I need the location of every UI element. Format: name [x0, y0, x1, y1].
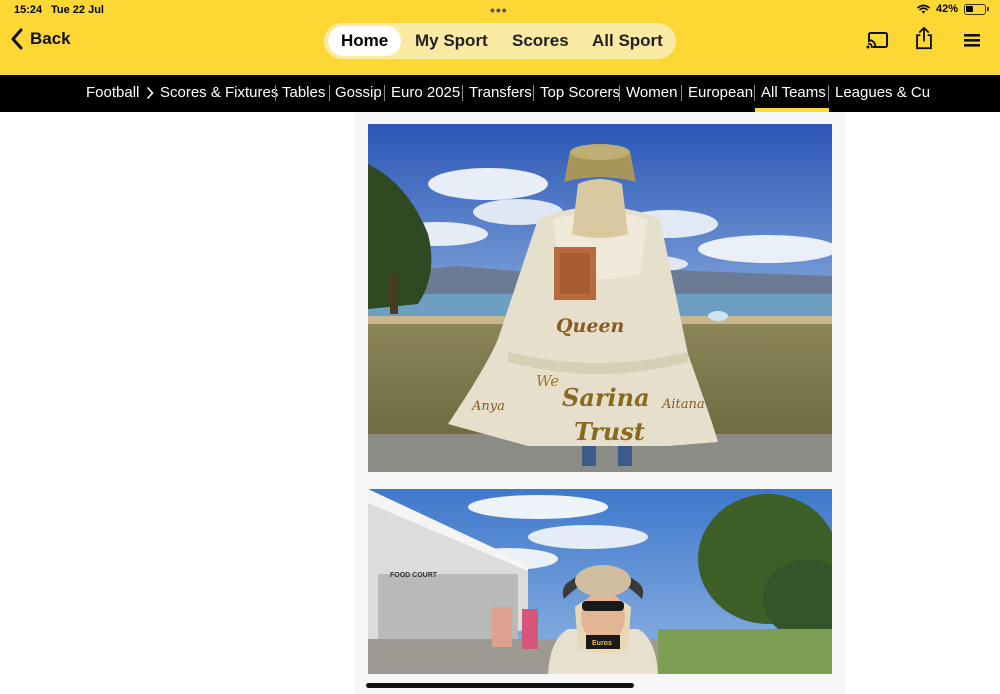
home-indicator[interactable] [366, 683, 634, 688]
article-photo-coat: Queen We Sarina Trust Anya Aitana [368, 124, 832, 472]
tab-all-sport[interactable]: All Sport [579, 26, 676, 56]
status-time: 15:24 [14, 4, 43, 16]
coat-text-we: We [536, 372, 559, 390]
subnav-divider [533, 85, 534, 101]
app-header: 15:24 Tue 22 Jul ••• 42% Back Home My Sp… [0, 0, 1000, 75]
subnav-item-gossip[interactable]: Gossip [335, 84, 382, 101]
subnav-divider [275, 85, 276, 101]
battery-percent: 42% [935, 3, 958, 15]
tab-home[interactable]: Home [328, 26, 402, 56]
cast-icon[interactable] [866, 28, 890, 52]
subnav-item-european[interactable]: European [688, 84, 753, 101]
shirt-text: Euros [592, 640, 612, 647]
coat-photo-image: Queen We Sarina Trust Anya Aitana [368, 124, 832, 472]
coat-text-anya: Anya [471, 399, 505, 414]
main-tabs: Home My Sport Scores All Sport [324, 23, 676, 59]
food-court-sign: FOOD COURT [390, 572, 438, 579]
coat-text-queen: Queen [556, 315, 624, 337]
article-photo-fan: FOOD COURT Euros [368, 489, 832, 674]
back-button[interactable]: Back [10, 28, 71, 50]
subnav-item-all-teams[interactable]: All Teams [761, 84, 826, 101]
subnav-divider [462, 85, 463, 101]
wifi-icon [917, 4, 930, 14]
subnav-item-tables[interactable]: Tables [282, 84, 325, 101]
menu-icon[interactable] [961, 28, 985, 52]
fan-photo-image: FOOD COURT Euros [368, 489, 832, 674]
subnav-item-euro-2025[interactable]: Euro 2025 [391, 84, 460, 101]
tab-scores[interactable]: Scores [499, 26, 582, 56]
subnav-item-top-scorers[interactable]: Top Scorers [540, 84, 620, 101]
football-subnav: Football Scores & Fixtures Tables Gossip… [0, 75, 1000, 112]
subnav-item-transfers[interactable]: Transfers [469, 84, 532, 101]
coat-text-sarina: Sarina [562, 383, 650, 412]
subnav-divider [681, 85, 682, 101]
status-right: 42% [917, 3, 989, 15]
subnav-divider [329, 85, 330, 101]
share-icon[interactable] [912, 26, 936, 50]
subnav-item-scores-fixtures[interactable]: Scores & Fixtures [160, 84, 278, 101]
subnav-divider [828, 85, 829, 101]
status-bar: 15:24 Tue 22 Jul ••• 42% [0, 0, 1000, 20]
back-label: Back [30, 29, 71, 48]
coat-text-aitana: Aitana [661, 397, 705, 412]
tab-my-sport[interactable]: My Sport [402, 26, 501, 56]
article-column: Queen We Sarina Trust Anya Aitana FOOD C… [354, 112, 846, 694]
chevron-right-icon [146, 86, 154, 100]
subnav-divider [619, 85, 620, 101]
multitasking-dots-icon[interactable]: ••• [490, 2, 508, 18]
battery-icon [964, 3, 989, 15]
coat-text-trust: Trust [574, 417, 645, 446]
subnav-item-women[interactable]: Women [626, 84, 677, 101]
subnav-item-football[interactable]: Football [86, 84, 139, 101]
subnav-item-leagues-cups[interactable]: Leagues & Cu [835, 84, 930, 101]
status-date: Tue 22 Jul [51, 4, 104, 16]
subnav-divider [754, 85, 755, 101]
subnav-divider [384, 85, 385, 101]
chevron-left-icon [11, 28, 23, 50]
